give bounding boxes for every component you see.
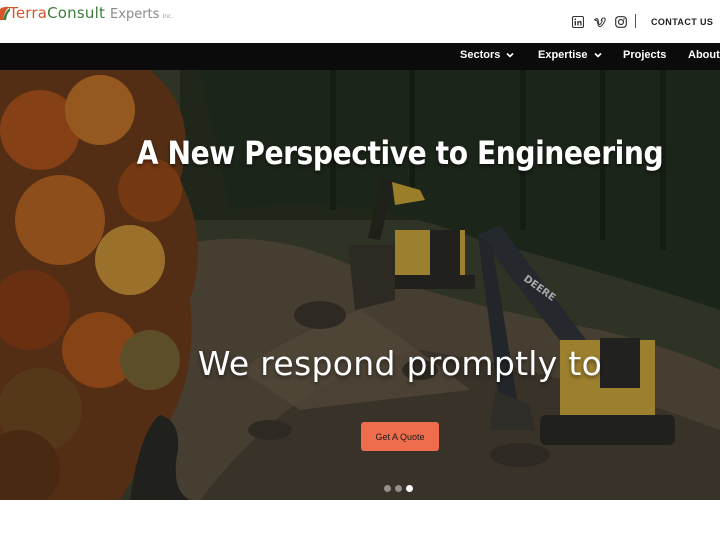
content-area xyxy=(0,500,720,540)
slider-dot-2[interactable] xyxy=(395,485,402,492)
nav-item-about[interactable]: About xyxy=(688,49,720,61)
hero-slider: DEERE A New Perspective to Engineering W… xyxy=(0,70,720,500)
instagram-icon xyxy=(614,15,627,28)
site-logo[interactable]: Terra Consult Experts Inc. xyxy=(0,4,173,30)
slider-dots xyxy=(384,485,413,492)
nav-item-expertise[interactable]: Expertise xyxy=(538,49,602,61)
nav-about-label: About xyxy=(688,49,720,61)
logo-terra-text: Terra xyxy=(9,4,48,22)
slider-dot-3[interactable] xyxy=(406,485,413,492)
nav-expertise-label: Expertise xyxy=(538,49,588,61)
nav-item-sectors[interactable]: Sectors xyxy=(460,49,514,61)
vimeo-link[interactable] xyxy=(593,15,606,28)
instagram-link[interactable] xyxy=(614,15,627,28)
nav-item-projects[interactable]: Projects xyxy=(623,49,666,61)
linkedin-icon xyxy=(571,15,584,28)
get-a-quote-button[interactable]: Get A Quote xyxy=(361,422,439,451)
chevron-down-icon xyxy=(506,52,514,58)
chevron-down-icon xyxy=(593,52,602,58)
logo-mark-icon xyxy=(0,6,10,20)
logo-experts-text: Experts xyxy=(110,7,160,22)
contact-us-link[interactable]: CONTACT US xyxy=(651,17,713,27)
hero-subtitle: We respond promptly to xyxy=(197,344,603,383)
vimeo-icon xyxy=(593,16,606,27)
header-divider xyxy=(635,14,636,28)
slider-dot-1[interactable] xyxy=(384,485,391,492)
logo-consult-text: Consult xyxy=(47,4,106,22)
main-nav: Sectors Expertise Projects About xyxy=(0,43,720,70)
nav-sectors-label: Sectors xyxy=(460,49,501,61)
linkedin-link[interactable] xyxy=(571,15,584,28)
nav-projects-label: Projects xyxy=(623,49,667,61)
hero-title: A New Perspective to Engineering xyxy=(136,134,664,172)
site-header: Terra Consult Experts Inc. CONTACT US xyxy=(0,0,720,43)
logo-inc-text: Inc. xyxy=(162,13,174,20)
